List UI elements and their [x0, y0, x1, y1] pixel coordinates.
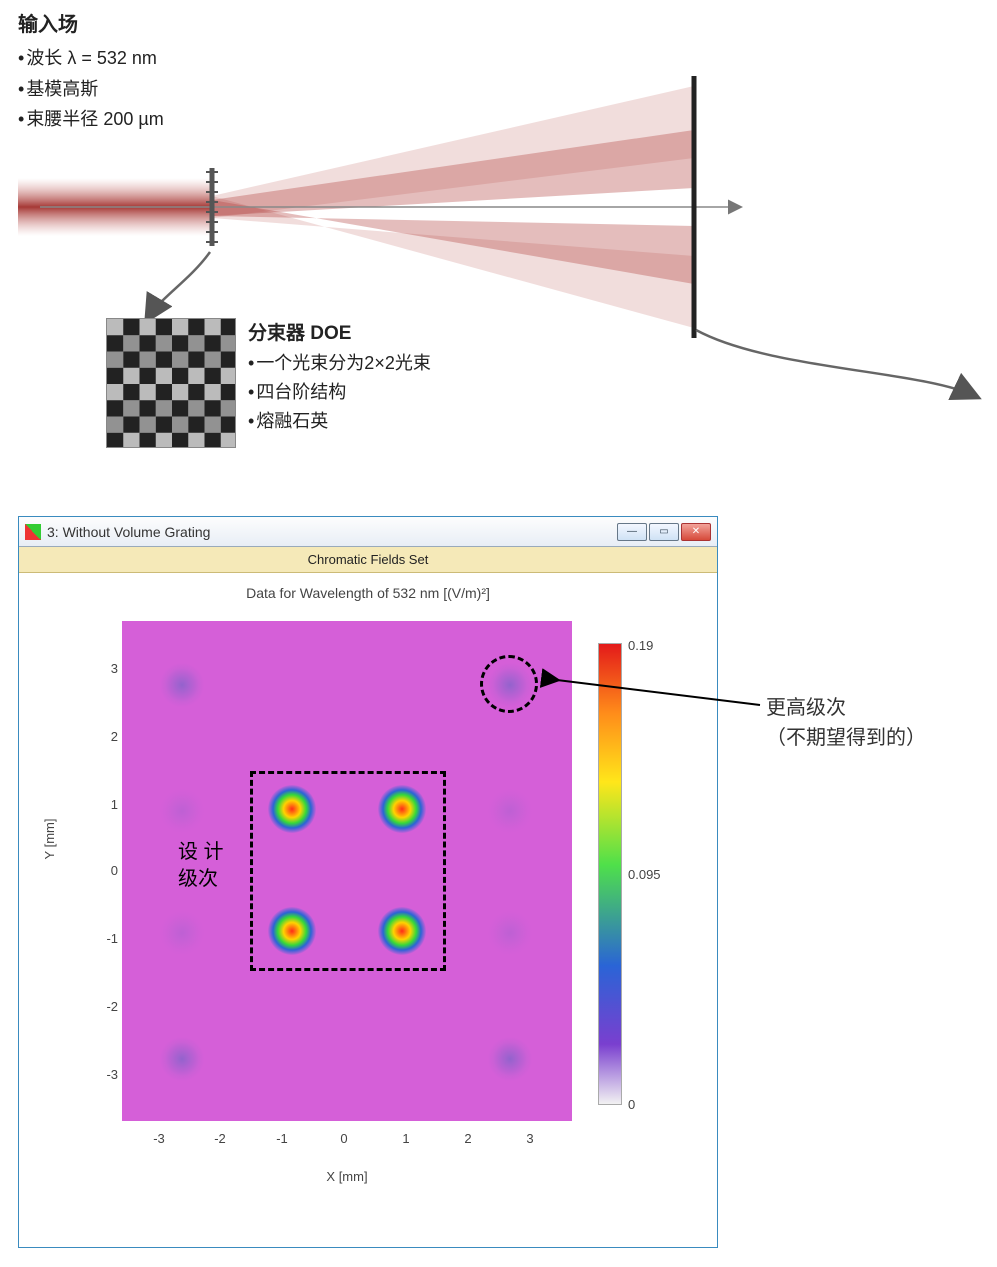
higher-order-arrow [557, 680, 760, 705]
annotation-arrow-svg [0, 0, 997, 1267]
higher-order-annotation: 更高级次 （不期望得到的） [766, 693, 926, 753]
